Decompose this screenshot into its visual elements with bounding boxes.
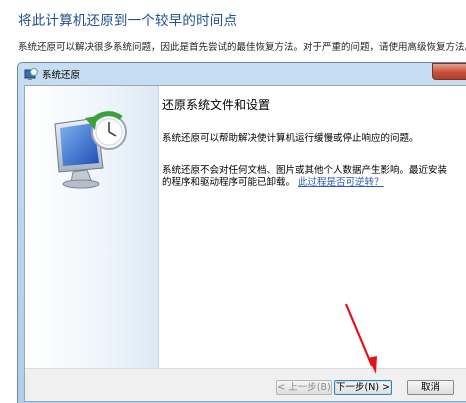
title-bar[interactable]: 系统还原 [18, 63, 466, 85]
content-paragraph-1: 系统还原可以帮助解决使计算机运行缓慢或停止响应的问题。 [162, 133, 419, 144]
reversible-link[interactable]: 此过程是否可逆转？ [298, 177, 384, 188]
annotation-arrow-icon [344, 303, 377, 374]
back-button[interactable]: < 上一步(B) [276, 380, 332, 395]
button-bar: < 上一步(B) 下一步(N) > 取消 [25, 368, 466, 401]
content-heading: 还原系统文件和设置 [162, 98, 271, 112]
dialog-client-area: 还原系统文件和设置 系统还原可以帮助解决使计算机运行缓慢或停止响应的问题。 系统… [24, 85, 466, 402]
system-restore-icon [24, 67, 38, 81]
system-restore-window: 系统还原 还原系统文件和设置 系统还原可以帮助解决使计算机运行缓慢或停止响应的问… [17, 62, 466, 403]
restore-computer-icon [51, 110, 135, 198]
close-button[interactable] [432, 63, 466, 80]
cancel-button[interactable]: 取消 [407, 380, 454, 395]
page-description: 系统还原可以解决很多系统问题，因此是首先尝试的最佳恢复方法。对于严重的问题，请使… [18, 42, 466, 53]
illustration-panel [25, 86, 159, 368]
next-button[interactable]: 下一步(N) > [334, 380, 392, 395]
content-paragraph-2: 系统还原不会对任何文档、图片或其他个人数据产生影响。最近安装的程序和驱动程序可能… [162, 165, 452, 189]
page-heading: 将此计算机还原到一个较早的时间点 [18, 13, 238, 29]
window-title: 系统还原 [42, 70, 81, 81]
content-area: 还原系统文件和设置 系统还原可以帮助解决使计算机运行缓慢或停止响应的问题。 系统… [162, 86, 466, 368]
